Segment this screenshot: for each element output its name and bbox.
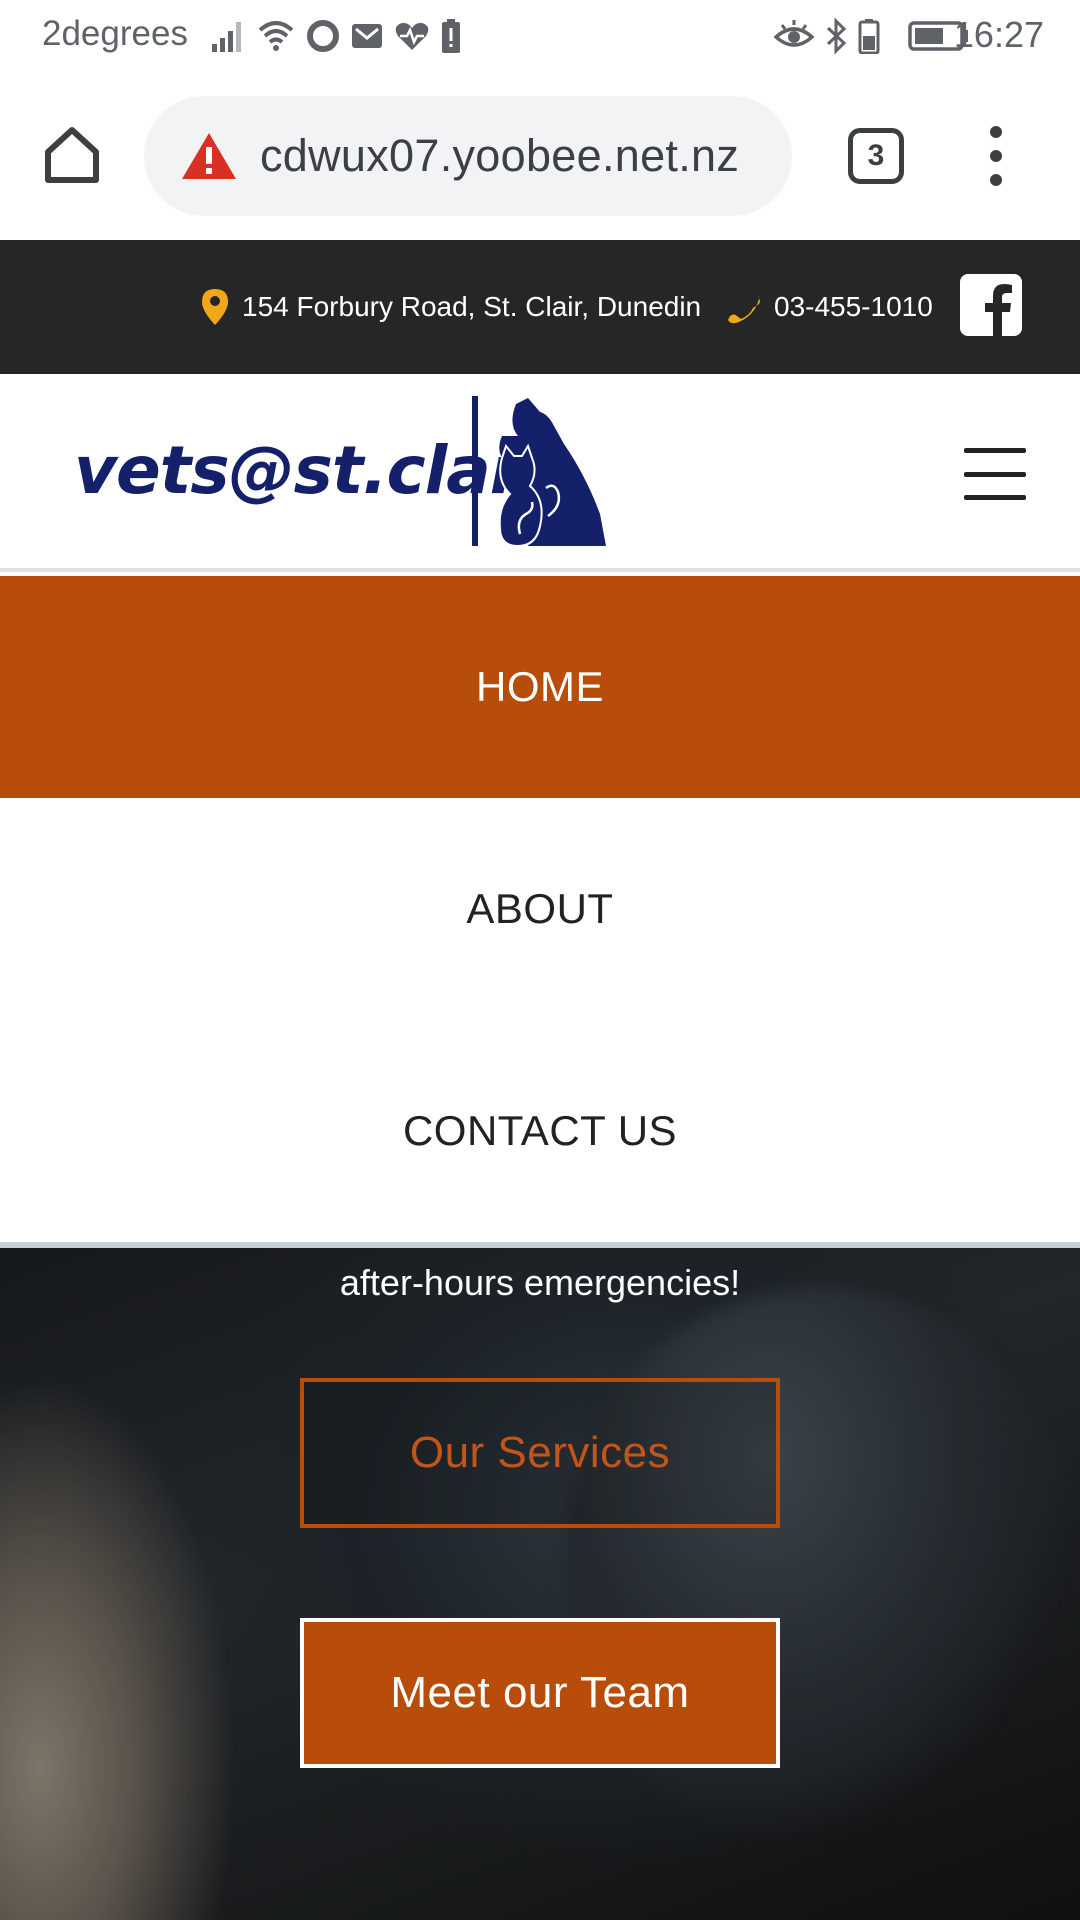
hero-section: after-hours emergencies! Our Services Me… bbox=[0, 1248, 1080, 1920]
site-logo[interactable]: vets@st.clair bbox=[74, 396, 634, 546]
bluetooth-icon bbox=[826, 18, 847, 54]
phone-icon bbox=[728, 293, 760, 324]
browser-toolbar: cdwux07.yoobee.net.nz 3 bbox=[0, 76, 1080, 240]
more-options-icon[interactable] bbox=[976, 120, 1016, 192]
heart-rate-icon bbox=[395, 22, 429, 50]
circle-icon bbox=[307, 20, 339, 52]
eye-icon bbox=[774, 20, 814, 47]
notification-icons bbox=[210, 16, 462, 56]
logo-divider bbox=[472, 396, 478, 546]
dog-and-cat-logo-icon bbox=[498, 398, 606, 546]
address-text: 154 Forbury Road, St. Clair, Dunedin bbox=[242, 291, 702, 322]
hero-text: after-hours emergencies! bbox=[339, 1262, 741, 1303]
nav-item-home[interactable]: HOME bbox=[0, 576, 1080, 798]
meet-our-team-button[interactable]: Meet our Team bbox=[300, 1618, 780, 1768]
warning-triangle-icon[interactable] bbox=[180, 131, 238, 181]
url-text[interactable]: cdwux07.yoobee.net.nz bbox=[260, 130, 739, 182]
clock: 16:27 bbox=[953, 14, 1044, 55]
contact-info-bar: 154 Forbury Road, St. Clair, Dunedin 03-… bbox=[0, 240, 1080, 374]
gmail-icon bbox=[352, 24, 382, 48]
map-pin-icon bbox=[202, 289, 228, 325]
facebook-icon[interactable] bbox=[960, 274, 1022, 336]
status-bar: 2degrees 16:27 bbox=[0, 0, 1080, 76]
vibrate-battery-icon bbox=[858, 19, 880, 54]
battery-alert-icon bbox=[442, 19, 460, 53]
our-services-button[interactable]: Our Services bbox=[300, 1378, 780, 1528]
address-link[interactable]: 154 Forbury Road, St. Clair, Dunedin bbox=[200, 286, 701, 328]
phone-link[interactable]: 03-455-1010 bbox=[726, 286, 933, 328]
nav-item-about[interactable]: ABOUT bbox=[0, 798, 1080, 1020]
carrier-name: 2degrees bbox=[42, 14, 188, 53]
tab-switcher-button[interactable]: 3 bbox=[848, 128, 904, 184]
nav-item-contact-us[interactable]: CONTACT US bbox=[0, 1020, 1080, 1242]
signal-icon bbox=[212, 22, 241, 52]
hamburger-menu-icon[interactable] bbox=[964, 448, 1026, 500]
system-icons bbox=[774, 16, 970, 56]
phone-text: 03-455-1010 bbox=[774, 291, 933, 322]
address-bar[interactable]: cdwux07.yoobee.net.nz bbox=[144, 96, 792, 216]
nav-menu: HOME ABOUT CONTACT US bbox=[0, 576, 1080, 1242]
wifi-icon bbox=[258, 21, 294, 51]
site-header: vets@st.clair bbox=[0, 374, 1080, 572]
home-icon[interactable] bbox=[40, 122, 104, 186]
